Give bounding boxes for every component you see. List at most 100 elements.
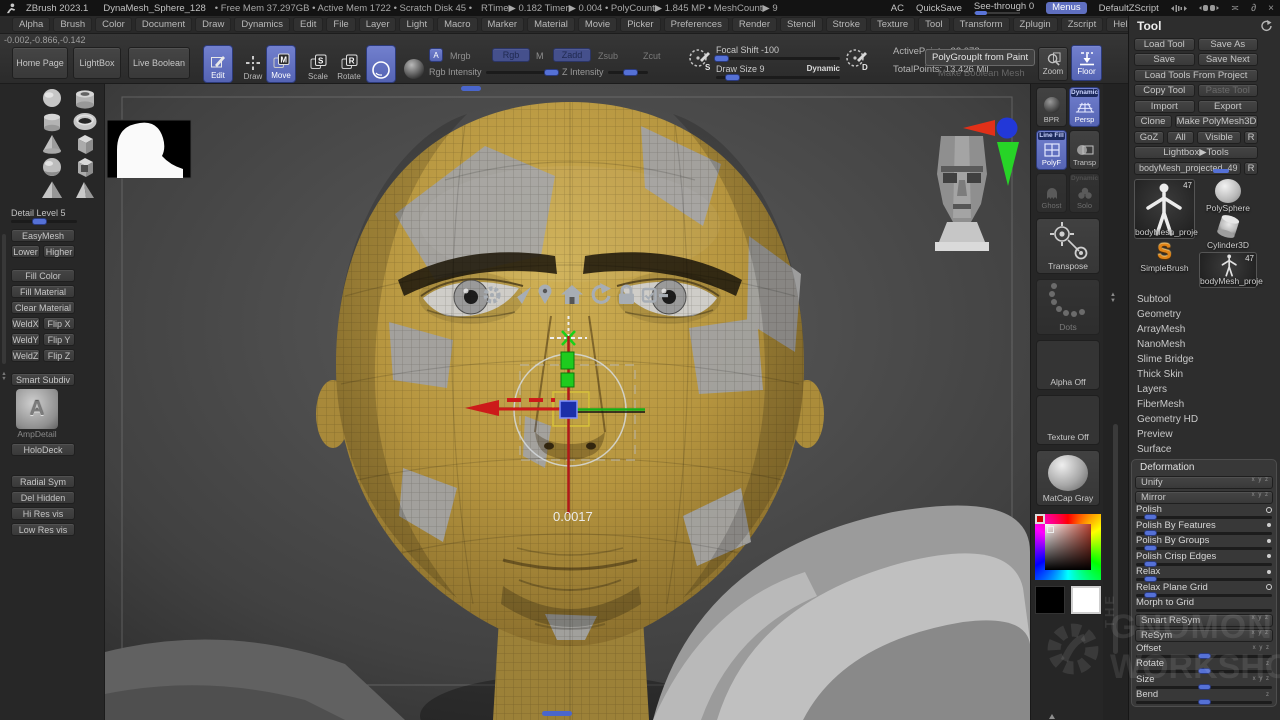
sidebar-flip-x-button[interactable]: Flip X (43, 317, 75, 330)
matcap-button[interactable]: MatCap Gray (1036, 450, 1100, 506)
transpose-button[interactable]: Transpose (1036, 218, 1100, 274)
tool-load-tool-button[interactable]: Load Tool (1134, 38, 1195, 51)
mode-toggle-icon[interactable] (1267, 523, 1271, 527)
deform-slider-nub[interactable] (1144, 545, 1157, 551)
detail-level-track[interactable] (11, 220, 77, 223)
deform-mirror-button[interactable]: Mirrorx y z (1135, 491, 1273, 504)
polyframe-button[interactable]: Line Fill PolyF (1036, 130, 1067, 170)
primitive-tube-button[interactable] (69, 87, 101, 109)
menu-render[interactable]: Render (732, 17, 777, 32)
axis-toggles[interactable]: z (1266, 692, 1270, 698)
primitive-cube-button[interactable] (69, 133, 101, 155)
subpalette-geometry[interactable]: Geometry (1129, 307, 1280, 322)
tool-all-button[interactable]: All (1167, 131, 1194, 144)
canvas-hscroll-nub[interactable] (461, 86, 481, 91)
menu-file[interactable]: File (326, 17, 355, 32)
solo-button[interactable]: Dynamic Solo (1069, 173, 1100, 213)
focal-shift-track[interactable] (716, 57, 840, 60)
axis-toggles[interactable]: z (1266, 661, 1270, 667)
z-intensity-nub[interactable] (623, 69, 638, 76)
divider-scrollbar[interactable] (1113, 424, 1118, 654)
subpalette-geometry-hd[interactable]: Geometry HD (1129, 412, 1280, 427)
sidebar-low-res-vis-button[interactable]: Low Res vis (11, 523, 75, 536)
perspective-button[interactable]: Dynamic Persp (1069, 87, 1100, 127)
menu-stroke[interactable]: Stroke (826, 17, 867, 32)
home-page-button[interactable]: Home Page (12, 47, 68, 79)
current-brush-button[interactable] (366, 45, 396, 83)
deform-slider-nub[interactable] (1198, 684, 1211, 690)
menu-material[interactable]: Material (527, 17, 575, 32)
minimize-icon[interactable]: ≍ (1231, 3, 1239, 14)
deform-slider-track[interactable] (1136, 670, 1272, 673)
zcut-button[interactable]: Zcut (643, 51, 661, 61)
zsub-button[interactable]: Zsub (598, 51, 618, 61)
deform-relax-slider[interactable]: Relax (1135, 567, 1273, 582)
menu-draw[interactable]: Draw (195, 17, 231, 32)
see-through-track[interactable] (974, 12, 1020, 14)
lightbox-button[interactable]: LightBox (73, 47, 121, 79)
subpalette-slime-bridge[interactable]: Slime Bridge (1129, 352, 1280, 367)
zoom-button[interactable]: Zoom (1038, 47, 1068, 81)
menus-toggle-button[interactable]: Menus (1046, 2, 1087, 14)
deform-polish-by-groups-slider[interactable]: Polish By Groups (1135, 536, 1273, 551)
sidebar-radial-sym-button[interactable]: Radial Sym (11, 475, 75, 488)
bpr-button[interactable]: BPR (1036, 87, 1067, 127)
mode-move-button[interactable]: MMove (266, 45, 296, 83)
tool-save-next-button[interactable]: Save Next (1198, 53, 1259, 66)
deform-slider-nub[interactable] (1198, 668, 1211, 674)
sidebar-del-hidden-button[interactable]: Del Hidden (11, 491, 75, 504)
menu-tool[interactable]: Tool (918, 17, 949, 32)
quicksave-button[interactable]: QuickSave (916, 3, 962, 14)
tool-lightbox-tools-button[interactable]: Lightbox▶Tools (1134, 146, 1258, 159)
gizmo-center-handle[interactable] (560, 401, 577, 418)
menu-transform[interactable]: Transform (953, 17, 1010, 32)
draw-size-track[interactable] (716, 76, 840, 79)
subpalette-preview[interactable]: Preview (1129, 427, 1280, 442)
zadd-button[interactable]: Zadd (553, 48, 591, 62)
tool-export-button[interactable]: Export (1198, 100, 1259, 113)
sidebar-weldx-button[interactable]: WeldX (11, 317, 40, 330)
primitive-pyramid-button[interactable] (36, 179, 68, 201)
radial-toggle-icon[interactable] (1266, 584, 1272, 590)
deform-bend-slider[interactable]: Bendz (1135, 690, 1273, 705)
deform-slider-track[interactable] (1136, 516, 1272, 519)
holodeck-button[interactable]: HoloDeck (11, 443, 75, 456)
easymesh-button[interactable]: EasyMesh (11, 229, 75, 242)
deform-slider-nub[interactable] (1198, 653, 1211, 659)
tool-clone-button[interactable]: Clone (1134, 115, 1172, 128)
mode-edit-button[interactable]: Edit (203, 45, 233, 83)
see-through-slider[interactable]: See-through 0 (974, 2, 1034, 14)
mode-toggle-icon[interactable] (1267, 539, 1271, 543)
z-intensity-track[interactable] (608, 71, 648, 74)
ac-button[interactable]: AC (891, 3, 904, 14)
texture-off-button[interactable]: Texture Off (1036, 395, 1100, 445)
deform-smart-resym-button[interactable]: Smart ReSymx y z (1135, 614, 1273, 627)
floor-button[interactable]: Floor (1071, 45, 1102, 81)
m-button[interactable]: M (536, 51, 544, 61)
draw-size-slider[interactable]: Draw Size 9Dynamic (716, 63, 840, 79)
subpalette-arraymesh[interactable]: ArrayMesh (1129, 322, 1280, 337)
primitive-sphere-button[interactable] (36, 87, 68, 109)
hue-cursor[interactable] (1035, 514, 1045, 524)
mode-scale-button[interactable]: SScale (303, 45, 333, 83)
menu-light[interactable]: Light (399, 17, 434, 32)
axis-toggles[interactable]: x y z (1253, 676, 1270, 682)
focal-shift-nub[interactable] (714, 55, 729, 62)
tool-copy-tool-button[interactable]: Copy Tool (1134, 84, 1195, 97)
deform-polish-slider[interactable]: Polish (1135, 505, 1273, 520)
menu-picker[interactable]: Picker (620, 17, 660, 32)
menu-color[interactable]: Color (95, 17, 132, 32)
deform-slider-track[interactable] (1136, 563, 1272, 566)
deform-slider-track[interactable] (1136, 532, 1272, 535)
deform-slider-track[interactable] (1136, 701, 1272, 704)
secondary-color-swatch[interactable] (1035, 586, 1065, 614)
dynamic-persp-toggle[interactable]: Dynamic (1071, 89, 1098, 97)
menu-brush[interactable]: Brush (53, 17, 92, 32)
dynamic-toggle[interactable]: Dynamic (807, 64, 840, 73)
active-tool-thumbnail[interactable]: 47 bodyMesh_proje (1134, 179, 1195, 239)
deform-slider-nub[interactable] (1144, 514, 1157, 520)
mrgb-button[interactable]: Mrgb (450, 51, 471, 61)
hand-gestures-icon[interactable] (1199, 3, 1219, 13)
deform-slider-nub[interactable] (1198, 699, 1211, 705)
axis-toggles[interactable]: x y z (1252, 477, 1269, 483)
